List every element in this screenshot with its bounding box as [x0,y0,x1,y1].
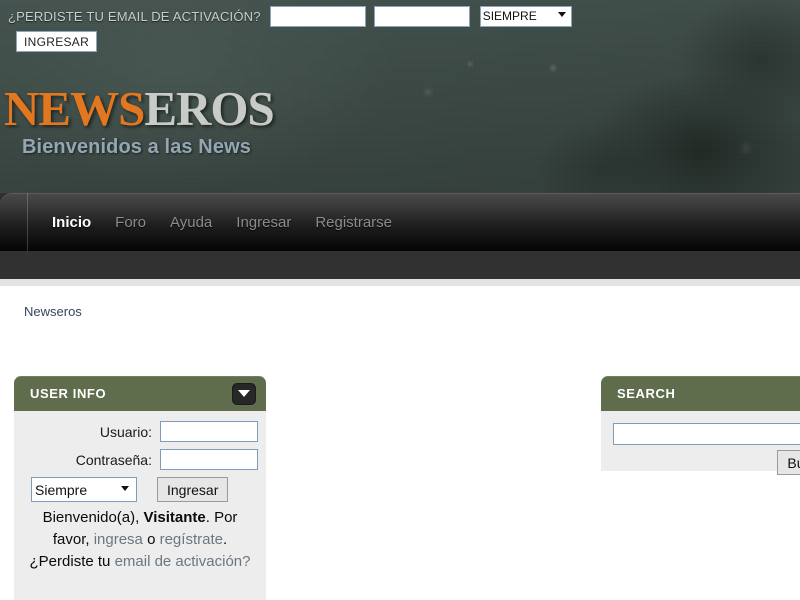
nav-item-ingresar[interactable]: Ingresar [224,214,303,231]
session-duration-select[interactable]: Siempre [31,477,137,502]
session-duration-select-wrap: Siempre [31,477,137,502]
panel-activation-email-link[interactable]: email de activación? [115,553,251,570]
topbar-password-input[interactable] [373,5,470,27]
site-tagline: Bienvenidos a las News [22,136,251,158]
welcome-prefix: Bienvenido(a), [42,509,144,526]
username-input[interactable] [160,421,258,442]
username-row: Usuario: [22,421,258,442]
nav-lower-band [0,251,800,279]
user-info-collapse-button[interactable] [232,382,256,405]
topbar-login-button[interactable]: INGRESAR [16,31,98,52]
welcome-period: . [222,531,228,548]
activation-email-link[interactable]: ¿PERDISTE TU EMAIL DE ACTIVACIÓN? [8,9,261,24]
topbar-duration-select-wrap: SIEMPRE [470,5,572,27]
nav-item-foro[interactable]: Foro [103,214,158,231]
main-navigation-bar: Inicio Foro Ayuda Ingresar Registrarse [0,193,800,251]
chevron-down-icon [238,390,250,397]
nav-divider [27,193,28,251]
user-info-panel-body: Usuario: Contraseña: Siempre Ingresar Bi… [14,411,266,600]
topbar-duration-select[interactable]: SIEMPRE [479,5,572,27]
nav-item-ayuda[interactable]: Ayuda [158,214,224,231]
logo-word-news: NEWS [4,81,145,136]
password-row: Contraseña: [22,449,258,470]
search-submit-button[interactable]: Buscar [777,450,800,475]
top-login-row: ¿PERDISTE TU EMAIL DE ACTIVACIÓN? SIEMPR… [8,5,800,27]
username-label: Usuario: [99,423,152,440]
nav-item-registrarse[interactable]: Registrarse [303,214,404,231]
activation-prefix: ¿Perdiste tu [29,553,115,570]
nav-items: Inicio Foro Ayuda Ingresar Registrarse [40,193,404,251]
site-logo[interactable]: NEWSEROS Bienvenidos a las News [4,81,275,159]
page-root: ¿PERDISTE TU EMAIL DE ACTIVACIÓN? SIEMPR… [0,0,800,600]
password-input[interactable] [160,449,258,470]
search-panel-body: Buscar [601,411,800,475]
welcome-login-link[interactable]: ingresa [94,531,143,548]
nav-grey-strip [0,279,800,286]
search-panel-title: SEARCH [617,386,676,401]
logo-word-eros: EROS [144,81,274,136]
main-navigation-wrapper: Inicio Foro Ayuda Ingresar Registrarse [0,193,800,286]
search-button-row: Buscar [613,450,800,475]
login-controls-row: Siempre Ingresar [31,477,258,502]
welcome-username: Visitante [143,509,206,526]
user-info-panel-title: USER INFO [30,386,107,401]
login-submit-button[interactable]: Ingresar [157,477,229,502]
user-info-panel-header: USER INFO [14,376,266,411]
topbar-username-input[interactable] [269,5,366,27]
breadcrumb-item-newseros[interactable]: Newseros [24,304,82,319]
search-panel: SEARCH Buscar [601,376,800,475]
search-panel-header: SEARCH [601,376,800,411]
search-input[interactable] [613,423,800,445]
breadcrumb: Newseros [24,304,82,319]
welcome-register-link[interactable]: regístrate [160,531,223,548]
nav-item-inicio[interactable]: Inicio [40,214,103,231]
top-login-bar: ¿PERDISTE TU EMAIL DE ACTIVACIÓN? SIEMPR… [0,0,800,52]
site-logo-text: NEWSEROS [4,81,275,136]
user-info-panel: USER INFO Usuario: Contraseña: Siempre I… [14,376,266,600]
password-label: Contraseña: [75,451,152,468]
welcome-message: Bienvenido(a), Visitante. Por favor, ing… [22,507,258,573]
welcome-or: o [142,531,160,548]
